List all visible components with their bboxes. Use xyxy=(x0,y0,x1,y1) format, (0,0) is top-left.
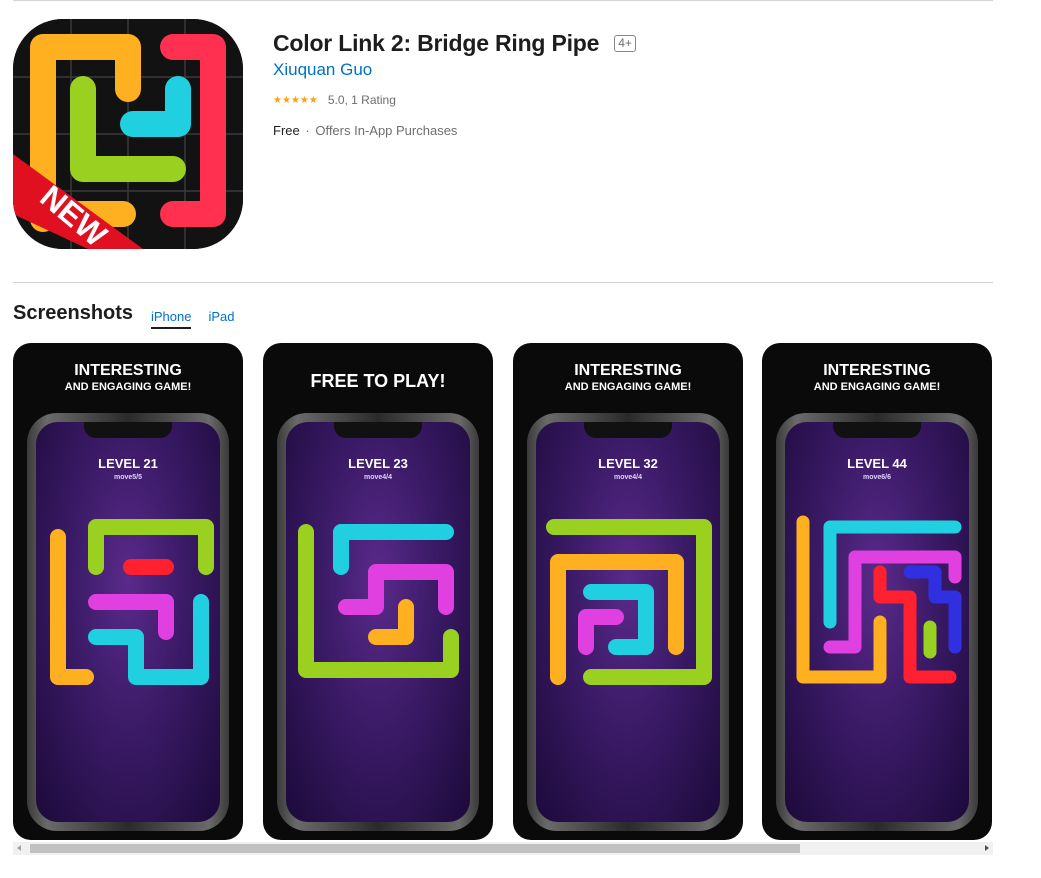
app-title: Color Link 2: Bridge Ring Pipe xyxy=(273,30,600,56)
screenshot-2[interactable]: FREE TO PLAY! LEVEL 23 move4/4 xyxy=(263,343,493,840)
tab-iphone[interactable]: iPhone xyxy=(151,309,192,329)
screenshot-caption-sub: AND ENGAGING GAME! xyxy=(813,381,941,393)
screenshot-caption-sub: AND ENGAGING GAME! xyxy=(64,381,192,393)
app-icon-artwork: NEW xyxy=(13,19,243,249)
phone-screen: LEVEL 23 move4/4 xyxy=(286,422,470,822)
phone-frame: LEVEL 44 move6/6 xyxy=(776,413,978,831)
screenshots-gallery[interactable]: INTERESTING AND ENGAGING GAME! LEVEL 21 … xyxy=(13,343,993,840)
screenshot-caption-main: INTERESTING xyxy=(574,362,682,379)
phone-frame: LEVEL 32 move4/4 xyxy=(527,413,729,831)
screenshot-1[interactable]: INTERESTING AND ENGAGING GAME! LEVEL 21 … xyxy=(13,343,243,840)
phone-frame: LEVEL 21 move5/5 xyxy=(27,413,229,831)
pipe-board xyxy=(796,515,962,684)
screenshot-caption-main: FREE TO PLAY! xyxy=(310,371,446,391)
phone-frame: LEVEL 23 move4/4 xyxy=(277,413,479,831)
screenshots-heading: Screenshots xyxy=(13,302,134,324)
price-row: Free · Offers In-App Purchases xyxy=(273,123,457,138)
phone-screen: LEVEL 21 move5/5 xyxy=(36,422,220,822)
title-row: Color Link 2: Bridge Ring Pipe 4+ xyxy=(273,30,636,57)
section-divider xyxy=(13,282,993,283)
screenshot-3[interactable]: INTERESTING AND ENGAGING GAME! LEVEL 32 … xyxy=(513,343,743,840)
app-icon: NEW xyxy=(13,19,243,249)
scroll-left-arrow-icon[interactable] xyxy=(17,845,21,851)
phone-screen: LEVEL 44 move6/6 xyxy=(785,422,969,822)
horizontal-scrollbar[interactable] xyxy=(13,842,993,855)
price-label: Free xyxy=(273,123,300,138)
pipe-board xyxy=(546,519,712,685)
phone-screen: LEVEL 32 move4/4 xyxy=(536,422,720,822)
screenshot-caption-main: INTERESTING xyxy=(823,362,931,379)
pipe-board xyxy=(50,519,214,685)
screenshot-caption-sub: AND ENGAGING GAME! xyxy=(564,381,692,393)
developer-link[interactable]: Xiuquan Guo xyxy=(273,60,372,80)
top-divider xyxy=(13,0,993,1)
screenshot-caption-main: INTERESTING xyxy=(74,362,182,379)
scrollbar-thumb[interactable] xyxy=(30,844,800,853)
price-separator: · xyxy=(305,123,310,138)
age-rating-badge: 4+ xyxy=(614,35,636,52)
rating-text: 5.0, 1 Rating xyxy=(327,93,396,107)
screenshot-4[interactable]: INTERESTING AND ENGAGING GAME! LEVEL 44 … xyxy=(762,343,992,840)
in-app-purchases-label: Offers In-App Purchases xyxy=(315,123,458,138)
pipe-board xyxy=(298,524,459,678)
device-tabs: iPhone iPad xyxy=(151,309,252,329)
tab-ipad[interactable]: iPad xyxy=(208,309,234,329)
star-rating-icon: ★★★★★ xyxy=(273,94,318,106)
rating-row: ★★★★★ 5.0, 1 Rating xyxy=(273,93,396,107)
scroll-right-arrow-icon[interactable] xyxy=(985,845,989,851)
